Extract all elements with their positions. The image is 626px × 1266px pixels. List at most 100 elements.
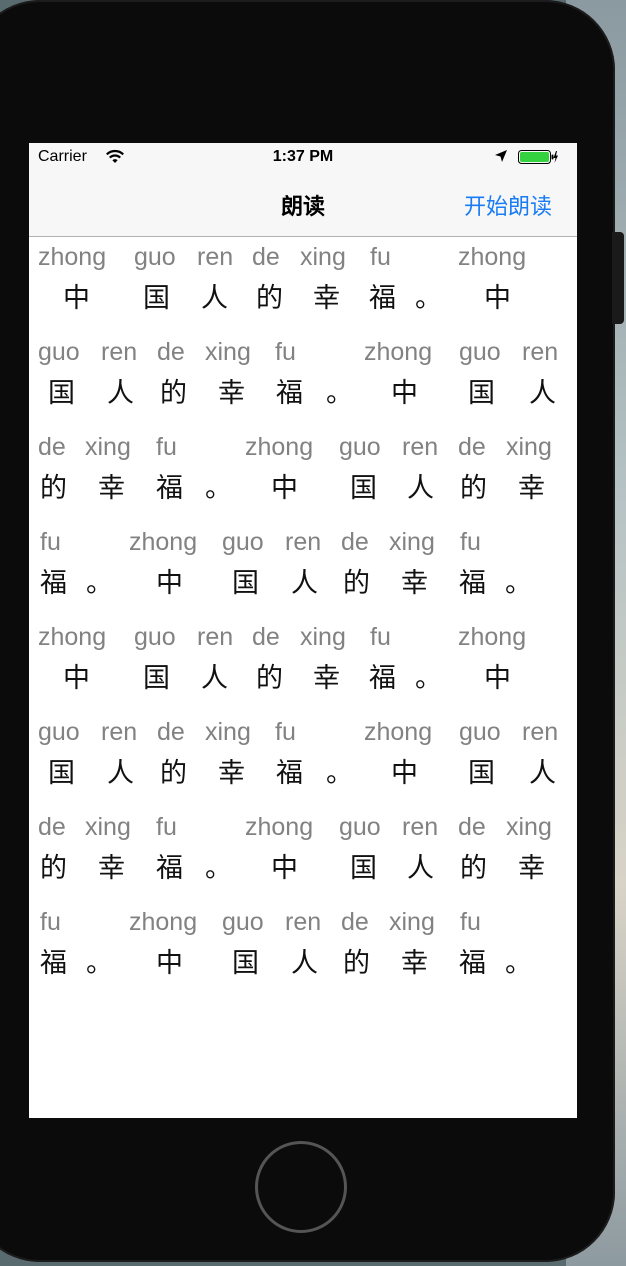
- pinyin-line: zhong guo ren de xing fu zhong: [29, 237, 577, 274]
- pinyin-syllable: zhong: [245, 813, 314, 841]
- hanzi-character: 的: [343, 568, 370, 599]
- hanzi-character: 人: [529, 378, 556, 409]
- hanzi-character: 。: [415, 663, 442, 694]
- pinyin-syllable: zhong: [364, 718, 433, 746]
- start-reading-button[interactable]: 开始朗读: [464, 189, 552, 221]
- pinyin-syllable: guo: [339, 813, 381, 841]
- pinyin-syllable: ren: [197, 623, 234, 651]
- hanzi-character: 。: [205, 853, 232, 884]
- hanzi-character: 人: [291, 948, 318, 979]
- pinyin-syllable: zhong: [364, 338, 433, 366]
- pinyin-syllable: de: [252, 623, 280, 651]
- hanzi-character: 的: [256, 283, 283, 314]
- pinyin-syllable: fu: [460, 528, 481, 556]
- pinyin-syllable: fu: [370, 623, 391, 651]
- hanzi-character: 。: [326, 758, 353, 789]
- pinyin-syllable: ren: [402, 813, 439, 841]
- pinyin-syllable: zhong: [458, 243, 527, 271]
- hanzi-character: 福: [40, 568, 67, 599]
- home-button[interactable]: [255, 1141, 347, 1233]
- pinyin-syllable: guo: [339, 433, 381, 461]
- pinyin-syllable: zhong: [245, 433, 314, 461]
- hanzi-character: 的: [343, 948, 370, 979]
- status-bar: Carrier 1:37 PM: [29, 143, 577, 173]
- pinyin-syllable: xing: [389, 908, 435, 936]
- hanzi-character: 福: [459, 568, 486, 599]
- pinyin-syllable: xing: [506, 813, 552, 841]
- hanzi-character: 人: [407, 853, 434, 884]
- hanzi-character: 福: [40, 948, 67, 979]
- hanzi-character: 福: [369, 663, 396, 694]
- pinyin-syllable: de: [38, 813, 66, 841]
- hanzi-character: 中: [156, 948, 183, 979]
- pinyin-syllable: xing: [205, 338, 251, 366]
- pinyin-syllable: ren: [285, 528, 322, 556]
- pinyin-line: de xing fu zhong guo ren de xing: [29, 427, 577, 464]
- hanzi-character: 国: [468, 758, 495, 789]
- pinyin-syllable: de: [157, 338, 185, 366]
- hanzi-character: 的: [460, 473, 487, 504]
- hanzi-character: 的: [460, 853, 487, 884]
- hanzi-character: 福: [276, 758, 303, 789]
- pinyin-syllable: ren: [522, 718, 559, 746]
- hanzi-character: 幸: [313, 663, 340, 694]
- hanzi-character: 。: [205, 473, 232, 504]
- hanzi-character: 幸: [218, 758, 245, 789]
- pinyin-syllable: xing: [389, 528, 435, 556]
- hanzi-character: 人: [201, 283, 228, 314]
- hanzi-character: 幸: [401, 568, 428, 599]
- hanzi-character: 国: [232, 948, 259, 979]
- hanzi-character: 人: [107, 758, 134, 789]
- pinyin-line: zhong guo ren de xing fu zhong: [29, 617, 577, 654]
- pinyin-syllable: xing: [300, 623, 346, 651]
- pinyin-syllable: ren: [101, 338, 138, 366]
- pinyin-syllable: guo: [134, 243, 176, 271]
- pinyin-syllable: fu: [156, 433, 177, 461]
- pinyin-syllable: ren: [197, 243, 234, 271]
- pinyin-syllable: de: [252, 243, 280, 271]
- hanzi-character: 中: [271, 473, 298, 504]
- hanzi-character: 的: [160, 758, 187, 789]
- hanzi-line: 国人的幸福。中国人: [29, 749, 577, 807]
- pinyin-syllable: xing: [85, 433, 131, 461]
- pinyin-syllable: zhong: [38, 243, 107, 271]
- pinyin-line: guo ren de xing fu zhong guo ren: [29, 332, 577, 369]
- hanzi-character: 国: [468, 378, 495, 409]
- reading-text: zhong guo ren de xing fu zhong 中国人的幸福。中 guo ren de…: [29, 237, 577, 997]
- hanzi-character: 国: [350, 853, 377, 884]
- navigation-bar: 朗读 开始朗读: [29, 173, 577, 237]
- hanzi-character: 福: [459, 948, 486, 979]
- hanzi-character: 国: [48, 758, 75, 789]
- hanzi-line: 中 国人的幸福。 中: [29, 654, 577, 712]
- hanzi-character: 人: [407, 473, 434, 504]
- hanzi-character: 国: [48, 378, 75, 409]
- pinyin-syllable: xing: [85, 813, 131, 841]
- pinyin-syllable: ren: [101, 718, 138, 746]
- pinyin-line: guo ren de xing fu zhong guo ren: [29, 712, 577, 749]
- hanzi-character: 人: [529, 758, 556, 789]
- hanzi-character: 幸: [401, 948, 428, 979]
- hanzi-line: 的幸福。中国人的幸: [29, 464, 577, 522]
- hanzi-character: 。: [415, 283, 442, 314]
- hanzi-character: 国: [232, 568, 259, 599]
- hanzi-character: 人: [107, 378, 134, 409]
- pinyin-syllable: de: [458, 813, 486, 841]
- hanzi-character: 中: [63, 663, 90, 694]
- pinyin-syllable: ren: [402, 433, 439, 461]
- pinyin-syllable: de: [458, 433, 486, 461]
- pinyin-line: fu zhong guo ren de xing fu: [29, 522, 577, 559]
- hanzi-character: 国: [143, 283, 170, 314]
- pinyin-syllable: fu: [275, 338, 296, 366]
- pinyin-syllable: guo: [222, 908, 264, 936]
- pinyin-line: de xing fu zhong guo ren de xing: [29, 807, 577, 844]
- hanzi-line: 国人的幸福。中国人: [29, 369, 577, 427]
- hanzi-character: 幸: [98, 473, 125, 504]
- hanzi-character: 福: [369, 283, 396, 314]
- pinyin-syllable: guo: [38, 718, 80, 746]
- hanzi-character: 中: [63, 283, 90, 314]
- hanzi-character: 。: [86, 948, 113, 979]
- pinyin-syllable: fu: [370, 243, 391, 271]
- pinyin-syllable: fu: [275, 718, 296, 746]
- battery-icon: [518, 150, 558, 164]
- hanzi-line: 福。中国人的幸福。: [29, 559, 577, 617]
